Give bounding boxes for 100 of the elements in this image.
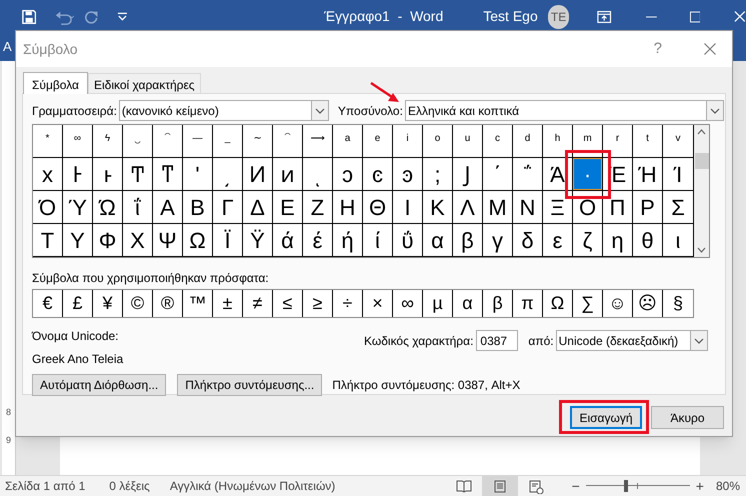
scrollbar[interactable] xyxy=(694,125,709,257)
tab[interactable]: Σύμβολα xyxy=(23,72,88,94)
zoom-slider[interactable] xyxy=(586,480,690,492)
symbol-cell[interactable]: ͳ xyxy=(153,158,183,191)
cancel-button[interactable]: Άκυρο xyxy=(651,406,724,429)
symbol-cell[interactable]: ί xyxy=(363,224,393,257)
symbol-cell[interactable]: ΄ xyxy=(483,158,513,191)
symbol-cell[interactable]: Σ xyxy=(663,191,693,224)
recent-symbol[interactable]: § xyxy=(663,290,693,317)
symbol-cell[interactable]: e xyxy=(363,125,393,158)
symbol-cell[interactable]: Η xyxy=(333,191,363,224)
symbol-cell[interactable]: Ͳ xyxy=(123,158,153,191)
symbol-cell[interactable]: Ε xyxy=(273,191,303,224)
zoom-out-button[interactable]: − xyxy=(572,476,580,496)
ribbon-display-icon[interactable] xyxy=(597,10,612,24)
symbol-cell[interactable]: ʹ xyxy=(183,158,213,191)
symbol-cell[interactable]: u xyxy=(453,125,483,158)
symbol-cell[interactable]: Π xyxy=(603,191,633,224)
symbol-cell[interactable]: ⁀ xyxy=(273,125,303,158)
shortcut-key-button[interactable]: Πλήκτρο συντόμευσης... xyxy=(177,374,322,396)
symbol-cell[interactable]: ͽ xyxy=(393,158,423,191)
symbol-cell[interactable]: Υ xyxy=(63,224,93,257)
tab[interactable]: Ειδικοί χαρακτήρες xyxy=(88,73,201,93)
symbol-cell[interactable]: Ώ xyxy=(93,191,123,224)
symbol-cell[interactable]: θ xyxy=(633,224,663,257)
symbol-cell[interactable]: Ν xyxy=(513,191,543,224)
symbol-cell[interactable]: Χ xyxy=(123,224,153,257)
symbol-cell[interactable]: v xyxy=(663,125,693,158)
symbol-cell[interactable]: Ο xyxy=(573,191,603,224)
symbol-cell[interactable]: Ψ xyxy=(153,224,183,257)
symbol-cell[interactable]: ά xyxy=(273,224,303,257)
symbol-cell[interactable]: ΰ xyxy=(393,224,423,257)
symbol-cell[interactable]: Ί xyxy=(663,158,693,191)
symbol-cell[interactable]: ; xyxy=(423,158,453,191)
symbol-cell[interactable]: Ξ xyxy=(543,191,573,224)
symbol-cell[interactable]: ⁀ xyxy=(153,125,183,158)
language-status[interactable]: Αγγλικά (Ηνωμένων Πολιτειών) xyxy=(170,477,336,495)
print-view-button[interactable] xyxy=(482,476,518,496)
font-dropdown[interactable]: (κανονικό κείμενο) xyxy=(118,100,329,121)
symbol-cell[interactable]: ͷ xyxy=(273,158,303,191)
symbol-cell[interactable]: x xyxy=(33,158,63,191)
symbol-cell[interactable]: c xyxy=(483,125,513,158)
symbol-cell[interactable]: α xyxy=(423,224,453,257)
maximize-icon[interactable] xyxy=(690,10,700,22)
symbol-cell[interactable]: Γ xyxy=(213,191,243,224)
symbol-cell[interactable]: Ι xyxy=(393,191,423,224)
symbol-cell[interactable]: Ϋ xyxy=(243,224,273,257)
help-button[interactable]: ? xyxy=(654,38,662,60)
zoom-thumb[interactable] xyxy=(624,480,628,492)
autocorrect-button[interactable]: Αυτόματη Διόρθωση... xyxy=(32,374,166,396)
ribbon-tab[interactable]: A xyxy=(3,37,12,57)
symbol-cell[interactable]: Ͷ xyxy=(243,158,273,191)
close-icon[interactable] xyxy=(704,43,716,55)
symbol-cell[interactable]: Ό xyxy=(33,191,63,224)
symbol-cell[interactable]: Τ xyxy=(33,224,63,257)
symbol-cell[interactable]: Β xyxy=(183,191,213,224)
symbol-cell[interactable]: ϟ xyxy=(93,125,123,158)
symbol-cell[interactable]: o xyxy=(423,125,453,158)
zoom-in-button[interactable]: + xyxy=(696,476,704,496)
from-dropdown[interactable]: Unicode (δεκαεξαδική) xyxy=(556,330,708,351)
symbol-cell[interactable]: Ρ xyxy=(633,191,663,224)
symbol-cell[interactable]: ι xyxy=(663,224,693,257)
symbol-cell[interactable]: r xyxy=(603,125,633,158)
symbol-cell[interactable]: ε xyxy=(543,224,573,257)
symbol-cell[interactable]: ⟶ xyxy=(303,125,333,158)
symbol-cell[interactable]: t xyxy=(633,125,663,158)
symbol-cell[interactable]: Ζ xyxy=(303,191,333,224)
symbol-cell[interactable]: Δ xyxy=(243,191,273,224)
symbol-cell[interactable]: a xyxy=(333,125,363,158)
symbol-cell[interactable]: ∞ xyxy=(63,125,93,158)
symbol-cell[interactable]: ζ xyxy=(573,224,603,257)
symbol-cell[interactable]: ή xyxy=(333,224,363,257)
symbol-cell[interactable]: ͻ xyxy=(333,158,363,191)
symbol-cell[interactable]: Ϊ xyxy=(213,224,243,257)
symbol-cell[interactable]: ΅ xyxy=(513,158,543,191)
symbol-cell[interactable]: ͺ xyxy=(303,158,333,191)
symbol-cell[interactable]: γ xyxy=(483,224,513,257)
symbol-cell[interactable]: ͱ xyxy=(93,158,123,191)
customize-icon[interactable] xyxy=(117,12,128,22)
symbol-cell[interactable]: ΐ xyxy=(123,191,153,224)
symbol-cell[interactable]: Ͱ xyxy=(63,158,93,191)
symbol-cell[interactable]: d xyxy=(513,125,543,158)
symbol-cell[interactable]: * xyxy=(33,125,63,158)
symbol-cell[interactable]: Μ xyxy=(483,191,513,224)
symbol-cell[interactable]: Ω xyxy=(183,224,213,257)
symbol-cell[interactable]: · xyxy=(573,158,603,191)
symbol-cell[interactable]: Λ xyxy=(453,191,483,224)
symbol-cell[interactable]: ‿ xyxy=(123,125,153,158)
symbol-cell[interactable]: ͼ xyxy=(363,158,393,191)
symbol-cell[interactable]: Ή xyxy=(633,158,663,191)
symbol-cell[interactable]: h xyxy=(543,125,573,158)
symbol-cell[interactable]: β xyxy=(453,224,483,257)
undo-icon[interactable] xyxy=(54,8,76,24)
zoom-level[interactable]: 80% xyxy=(716,477,740,495)
symbol-cell[interactable]: δ xyxy=(513,224,543,257)
character-code-field[interactable]: 0387 xyxy=(476,330,518,351)
symbol-cell[interactable]: Θ xyxy=(363,191,393,224)
symbol-cell[interactable]: — xyxy=(183,125,213,158)
scroll-thumb[interactable] xyxy=(694,153,708,169)
symbol-cell[interactable]: η xyxy=(603,224,633,257)
